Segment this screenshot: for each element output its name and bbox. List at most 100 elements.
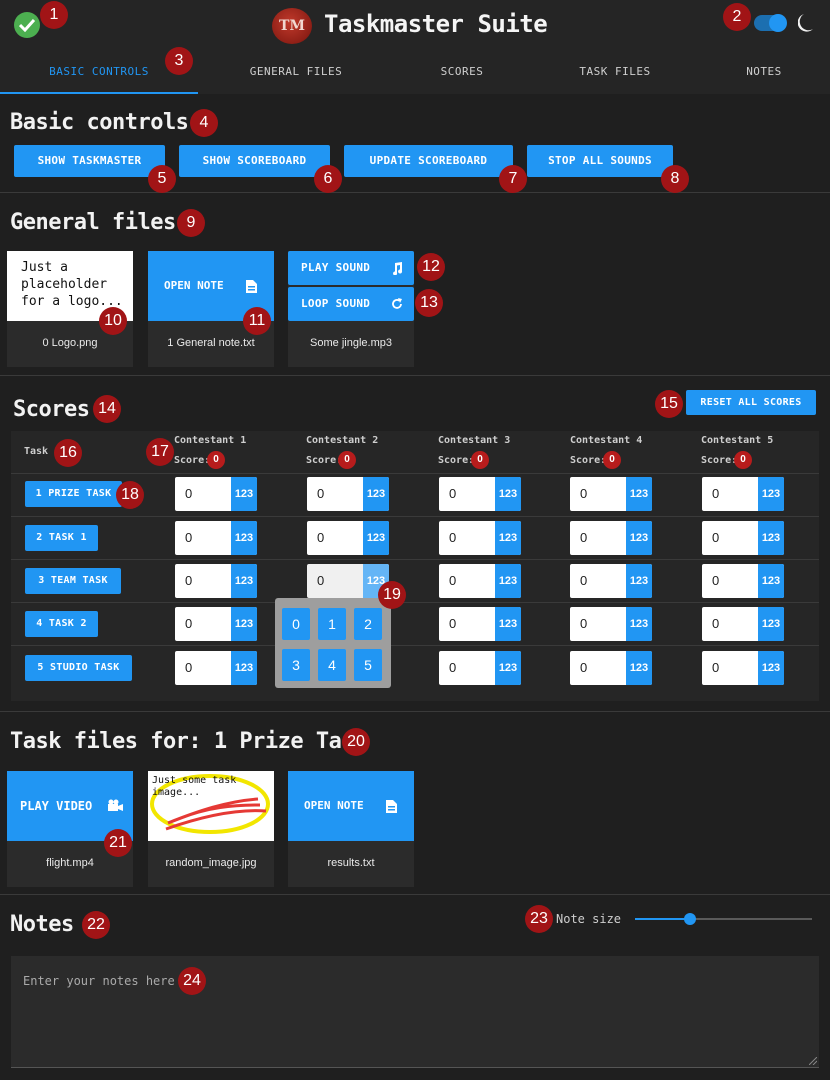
image-file-card[interactable]: Just some task image... random_image.jpg: [148, 771, 274, 887]
score-value[interactable]: 0: [185, 573, 192, 588]
score-value[interactable]: 0: [317, 486, 324, 501]
task-button-task-1[interactable]: 2 TASK 1: [25, 525, 98, 551]
task-button-studio-task[interactable]: 5 STUDIO TASK: [25, 655, 132, 681]
score-input[interactable]: 0 123: [175, 564, 257, 598]
numpad-key-4[interactable]: 4: [318, 649, 346, 681]
score-input[interactable]: 0 123: [439, 651, 521, 685]
numpad-toggle-button[interactable]: 123: [758, 651, 784, 685]
score-value[interactable]: 0: [580, 616, 587, 631]
numpad-toggle-button[interactable]: 123: [626, 477, 652, 511]
score-value[interactable]: 0: [712, 573, 719, 588]
numpad-toggle-button[interactable]: 123: [626, 564, 652, 598]
score-value[interactable]: 0: [449, 660, 456, 675]
score-input[interactable]: 0 123: [307, 477, 389, 511]
numpad-toggle-button[interactable]: 123: [231, 651, 257, 685]
score-value[interactable]: 0: [185, 616, 192, 631]
numpad-toggle-button[interactable]: 123: [626, 651, 652, 685]
tab-notes[interactable]: NOTES: [700, 52, 828, 94]
numpad-toggle-button[interactable]: 123: [231, 521, 257, 555]
numpad-toggle-button[interactable]: 123: [231, 607, 257, 641]
numpad-toggle-button[interactable]: 123: [495, 521, 521, 555]
score-value[interactable]: 0: [712, 616, 719, 631]
score-input[interactable]: 0123: [307, 564, 389, 598]
score-input[interactable]: 0 123: [175, 521, 257, 555]
numpad-toggle-button[interactable]: 123: [495, 607, 521, 641]
toggle-knob[interactable]: [769, 14, 787, 32]
numpad-toggle-button[interactable]: 123: [495, 477, 521, 511]
show-scoreboard-button[interactable]: SHOW SCOREBOARD: [179, 145, 330, 177]
open-note-button[interactable]: OPEN NOTE: [288, 771, 414, 841]
numpad-key-1[interactable]: 1: [318, 608, 346, 640]
numpad-toggle-button[interactable]: 123: [231, 477, 257, 511]
score-value[interactable]: 0: [580, 660, 587, 675]
notes-textarea[interactable]: Enter your notes here: [11, 956, 819, 1068]
score-value[interactable]: 0: [185, 486, 192, 501]
update-scoreboard-button[interactable]: UPDATE SCOREBOARD: [344, 145, 513, 177]
numpad-toggle-button[interactable]: 123: [231, 564, 257, 598]
image-preview[interactable]: Just some task image...: [148, 771, 274, 841]
numpad-toggle-button[interactable]: 123: [626, 521, 652, 555]
loop-sound-button[interactable]: LOOP SOUND: [288, 287, 414, 321]
score-input[interactable]: 0 123: [702, 607, 784, 641]
score-input[interactable]: 0 123: [439, 607, 521, 641]
tab-task-files[interactable]: TASK FILES: [530, 52, 700, 94]
note-size-slider[interactable]: [635, 913, 812, 925]
score-value[interactable]: 0: [580, 530, 587, 545]
show-taskmaster-button[interactable]: SHOW TASKMASTER: [14, 145, 165, 177]
score-value[interactable]: 0: [712, 486, 719, 501]
score-value[interactable]: 0: [580, 486, 587, 501]
task-button-team-task[interactable]: 3 TEAM TASK: [25, 568, 121, 594]
score-value[interactable]: 0: [185, 530, 192, 545]
score-input[interactable]: 0 123: [702, 651, 784, 685]
score-input[interactable]: 0 123: [702, 564, 784, 598]
score-input[interactable]: 0 123: [570, 564, 652, 598]
score-input[interactable]: 0 123: [702, 521, 784, 555]
tab-scores[interactable]: SCORES: [394, 52, 530, 94]
numpad-key-3[interactable]: 3: [282, 649, 310, 681]
task-button-prize-task[interactable]: 1 PRIZE TASK: [25, 481, 122, 507]
score-value[interactable]: 0: [712, 660, 719, 675]
reset-all-scores-button[interactable]: RESET ALL SCORES: [686, 390, 816, 415]
score-input[interactable]: 0 123: [439, 477, 521, 511]
numpad-toggle-button[interactable]: 123: [758, 477, 784, 511]
numpad-toggle-button[interactable]: 123: [495, 651, 521, 685]
score-value[interactable]: 0: [449, 530, 456, 545]
play-sound-button[interactable]: PLAY SOUND: [288, 251, 414, 285]
score-value[interactable]: 0: [712, 530, 719, 545]
score-value[interactable]: 0: [317, 530, 324, 545]
score-input[interactable]: 0 123: [439, 521, 521, 555]
score-input[interactable]: 0 123: [175, 477, 257, 511]
score-value[interactable]: 0: [449, 486, 456, 501]
score-input[interactable]: 0 123: [175, 651, 257, 685]
tab-general-files[interactable]: GENERAL FILES: [198, 52, 394, 94]
numpad-toggle-button[interactable]: 123: [363, 477, 389, 511]
score-value[interactable]: 0: [580, 573, 587, 588]
score-value[interactable]: 0: [185, 660, 192, 675]
numpad-toggle-button[interactable]: 123: [758, 564, 784, 598]
score-input[interactable]: 0 123: [570, 607, 652, 641]
score-input[interactable]: 0 123: [570, 651, 652, 685]
numpad-toggle-button[interactable]: 123: [363, 521, 389, 555]
numpad-toggle-button[interactable]: 123: [626, 607, 652, 641]
slider-thumb[interactable]: [683, 913, 696, 925]
numpad-key-5[interactable]: 5: [354, 649, 382, 681]
numpad-toggle-button[interactable]: 123: [758, 521, 784, 555]
theme-toggle[interactable]: [754, 14, 787, 32]
stop-all-sounds-button[interactable]: STOP ALL SOUNDS: [527, 145, 673, 177]
score-input[interactable]: 0 123: [570, 521, 652, 555]
score-input[interactable]: 0 123: [702, 477, 784, 511]
numpad-toggle-button[interactable]: 123: [495, 564, 521, 598]
score-input[interactable]: 0 123: [307, 521, 389, 555]
score-input[interactable]: 0 123: [175, 607, 257, 641]
score-value[interactable]: 0: [317, 573, 324, 588]
score-value[interactable]: 0: [449, 573, 456, 588]
numpad-toggle-button[interactable]: 123: [758, 607, 784, 641]
score-value[interactable]: 0: [449, 616, 456, 631]
score-input[interactable]: 0 123: [439, 564, 521, 598]
resize-handle-icon[interactable]: [809, 1057, 817, 1065]
score-input[interactable]: 0 123: [570, 477, 652, 511]
numpad-key-2[interactable]: 2: [354, 608, 382, 640]
numpad-key-0[interactable]: 0: [282, 608, 310, 640]
results-note-card[interactable]: OPEN NOTE results.txt: [288, 771, 414, 887]
task-button-task-2[interactable]: 4 TASK 2: [25, 611, 98, 637]
